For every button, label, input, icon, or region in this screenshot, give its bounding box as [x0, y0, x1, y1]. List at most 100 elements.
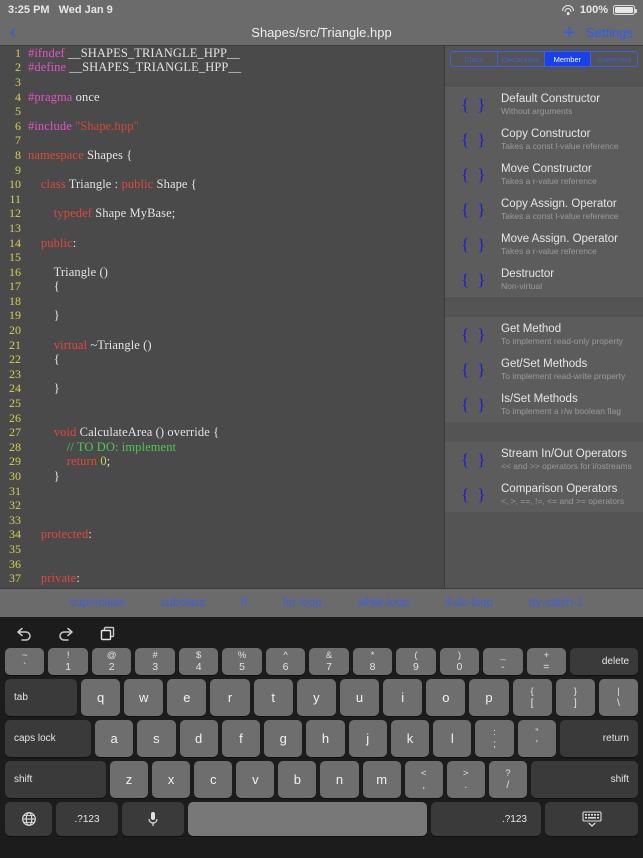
list-item[interactable]: { } Is/Set Methods To implement a r/w bool…	[445, 387, 643, 422]
code-editor[interactable]: 1 #ifndef __SHAPES_TRIANGLE_HPP__ 2 #define…	[0, 46, 444, 588]
code-line[interactable]: 23	[0, 367, 444, 382]
code-line[interactable]: 33	[0, 513, 444, 528]
list-item[interactable]: { } Get/Set Methods To implement read-writ…	[445, 352, 643, 387]
code-line[interactable]: 21 virtual ~Triangle ()	[0, 338, 444, 353]
undo-icon[interactable]	[14, 624, 34, 644]
key-k[interactable]: k	[390, 720, 430, 757]
category-segmented-control[interactable]: Class Declaration Member Statement	[450, 51, 638, 67]
key-3[interactable]: #3	[135, 648, 175, 675]
space-key[interactable]	[188, 802, 427, 836]
shortcut-for-loop[interactable]: for-loop	[283, 597, 322, 609]
code-line[interactable]: 30 }	[0, 469, 444, 484]
key-q[interactable]: q	[81, 679, 121, 716]
key-i[interactable]: i	[383, 679, 423, 716]
code-line[interactable]: 26	[0, 411, 444, 426]
code-line[interactable]: 29 return 0;	[0, 454, 444, 470]
code-line[interactable]: 16 Triangle ()	[0, 265, 444, 280]
caps-lock-key[interactable]: caps lock	[5, 720, 91, 757]
key-o[interactable]: o	[426, 679, 466, 716]
key-w[interactable]: w	[124, 679, 164, 716]
key-c[interactable]: c	[194, 761, 233, 798]
key-2[interactable]: @2	[91, 648, 132, 675]
snippet-shortcut-bar[interactable]: superclass subclass if for-loop while-loop if…	[0, 588, 643, 617]
list-item[interactable]: { } Destructor Non-virtual	[445, 262, 643, 297]
delete-key[interactable]: delete	[570, 648, 639, 675]
key-m[interactable]: m	[362, 761, 401, 798]
key-punct-0[interactable]: :;	[475, 720, 514, 757]
key-punct-1[interactable]: ”’	[517, 720, 556, 757]
key-y[interactable]: y	[296, 679, 336, 716]
list-item[interactable]: { } Get Method To implement read-only prop…	[445, 317, 643, 352]
key-n[interactable]: n	[320, 761, 359, 798]
code-line[interactable]: 32	[0, 498, 444, 513]
key-t[interactable]: t	[253, 679, 293, 716]
shift-left-key[interactable]: shift	[5, 761, 106, 798]
list-item[interactable]: { } Comparison Operators <, >, ==, !=, <= …	[445, 477, 643, 512]
key-6[interactable]: ^ 6	[265, 648, 306, 675]
code-line[interactable]: 6 #include "Shape.hpp"	[0, 119, 444, 134]
key-7[interactable]: & 7	[309, 648, 349, 675]
numeric-switch-right-key[interactable]: .?123	[431, 802, 541, 836]
code-line[interactable]: 18	[0, 294, 444, 309]
code-line[interactable]: 35	[0, 542, 444, 557]
segment-declaration[interactable]: Declaration	[498, 52, 545, 66]
key-p[interactable]: p	[469, 679, 509, 716]
key-5[interactable]: % 5	[222, 648, 262, 675]
shift-right-key[interactable]: shift	[530, 761, 638, 798]
segment-member[interactable]: Member	[544, 52, 592, 66]
list-item[interactable]: { } Copy Assign. Operator Takes a const l-…	[445, 192, 643, 227]
code-line[interactable]: 25	[0, 396, 444, 411]
chevron-left-icon[interactable]: ‹	[10, 23, 16, 42]
code-line[interactable]: 14 public:	[0, 236, 444, 251]
settings-button[interactable]: Settings	[586, 25, 633, 40]
key-9[interactable]: (9	[396, 648, 436, 675]
key-bracket-2[interactable]: | \	[598, 679, 639, 716]
key-4[interactable]: $4	[178, 648, 219, 675]
key-l[interactable]: l	[433, 720, 472, 757]
code-line[interactable]: 34 protected:	[0, 527, 444, 543]
code-line[interactable]: 17 {	[0, 279, 444, 295]
code-line[interactable]: 8 namespace Shapes {	[0, 148, 444, 163]
key-s[interactable]: s	[137, 720, 176, 757]
key-e[interactable]: e	[167, 679, 207, 716]
list-item[interactable]: { } Move Assign. Operator Takes a r-value …	[445, 227, 643, 262]
key-v[interactable]: v	[236, 761, 275, 798]
key-x[interactable]: x	[152, 761, 191, 798]
code-line[interactable]: 10 class Triangle : public Shape {	[0, 177, 444, 192]
code-line[interactable]: 20	[0, 323, 444, 338]
list-item[interactable]: { } Default Constructor Without arguments	[445, 87, 643, 122]
shortcut-while-loop[interactable]: while-loop	[357, 597, 409, 609]
segment-statement[interactable]: Statement	[591, 52, 637, 66]
code-line[interactable]: 36	[0, 557, 444, 572]
list-item[interactable]: { } Move Constructor Takes a r-value refer…	[445, 157, 643, 192]
code-line[interactable]: 22 {	[0, 352, 444, 367]
globe-icon[interactable]	[5, 802, 52, 836]
key-0[interactable]: ) 0	[439, 648, 480, 675]
key-d[interactable]: d	[179, 720, 218, 757]
key-8[interactable]: * 8	[352, 648, 393, 675]
code-line[interactable]: 11	[0, 192, 444, 207]
shortcut-if-do-loop[interactable]: if-do-loop	[445, 597, 493, 609]
key-f[interactable]: f	[221, 720, 261, 757]
code-line[interactable]: 15	[0, 250, 444, 265]
key-r[interactable]: r	[210, 679, 250, 716]
key-bracket-0[interactable]: {[	[512, 679, 552, 716]
segment-class[interactable]: Class	[451, 52, 498, 66]
tab-key[interactable]: tab	[5, 679, 77, 716]
code-line[interactable]: 13	[0, 221, 444, 236]
numeric-switch-left-key[interactable]: .?123	[56, 802, 118, 836]
code-line[interactable]: 4 #pragma once	[0, 90, 444, 105]
code-line[interactable]: 5	[0, 104, 444, 119]
code-line[interactable]: 1 #ifndef __SHAPES_TRIANGLE_HPP__	[0, 46, 444, 61]
keyboard-dismiss-icon[interactable]	[545, 802, 638, 836]
key-`[interactable]: ~ `	[5, 648, 45, 675]
return-key[interactable]: return	[559, 720, 638, 757]
key-=[interactable]: + =	[526, 648, 567, 675]
code-line[interactable]: 31	[0, 484, 444, 499]
key-symbol-1[interactable]: >.	[446, 761, 485, 798]
key-a[interactable]: a	[95, 720, 134, 757]
code-line[interactable]: 12 typedef Shape MyBase;	[0, 206, 444, 222]
code-line[interactable]: 7	[0, 133, 444, 149]
key-z[interactable]: z	[110, 761, 149, 798]
microphone-icon[interactable]	[122, 802, 184, 836]
